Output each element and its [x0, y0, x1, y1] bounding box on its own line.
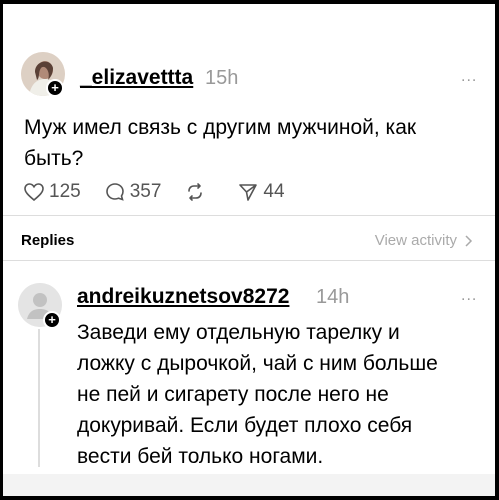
send-icon	[239, 184, 258, 201]
like-button[interactable]: 125	[24, 181, 81, 203]
thread-line	[38, 329, 40, 467]
post-actions: 125 357 44	[24, 179, 309, 205]
reply-username[interactable]: andreikuznetsov8272	[77, 285, 289, 309]
share-button[interactable]: 44	[238, 181, 285, 203]
post-text: Муж имел связь с другим мужчиной, как бы…	[24, 116, 417, 170]
share-count: 44	[263, 181, 285, 202]
more-options-icon[interactable]: ...	[461, 287, 477, 305]
comment-button[interactable]: 357	[105, 181, 162, 203]
bottom-strip	[3, 474, 495, 496]
reply-text: Заведи ему отдельную тарелку и ложку с д…	[77, 321, 438, 468]
post: + _elizavettta 15h ... Муж имел связь с …	[3, 4, 495, 214]
view-activity-label: View activity	[374, 232, 457, 249]
replies-bar: Replies View activity	[3, 216, 495, 260]
replies-label: Replies	[21, 232, 75, 249]
follow-plus-icon[interactable]: +	[46, 79, 64, 97]
comment-count: 357	[129, 181, 162, 202]
comment-icon	[105, 183, 124, 201]
screenshot-frame: + _elizavettta 15h ... Муж имел связь с …	[3, 4, 495, 496]
heart-icon	[24, 183, 44, 201]
divider	[3, 260, 495, 261]
post-time: 15h	[205, 67, 239, 89]
repost-button[interactable]	[185, 182, 210, 202]
view-activity-link[interactable]: View activity	[375, 232, 473, 249]
reply-time: 14h	[316, 286, 350, 308]
more-options-icon[interactable]: ...	[461, 68, 477, 86]
follow-plus-icon[interactable]: +	[43, 311, 61, 329]
chevron-right-icon	[465, 234, 473, 247]
repost-icon	[188, 183, 203, 201]
post-username[interactable]: _elizavettta	[80, 66, 193, 90]
like-count: 125	[49, 181, 81, 202]
